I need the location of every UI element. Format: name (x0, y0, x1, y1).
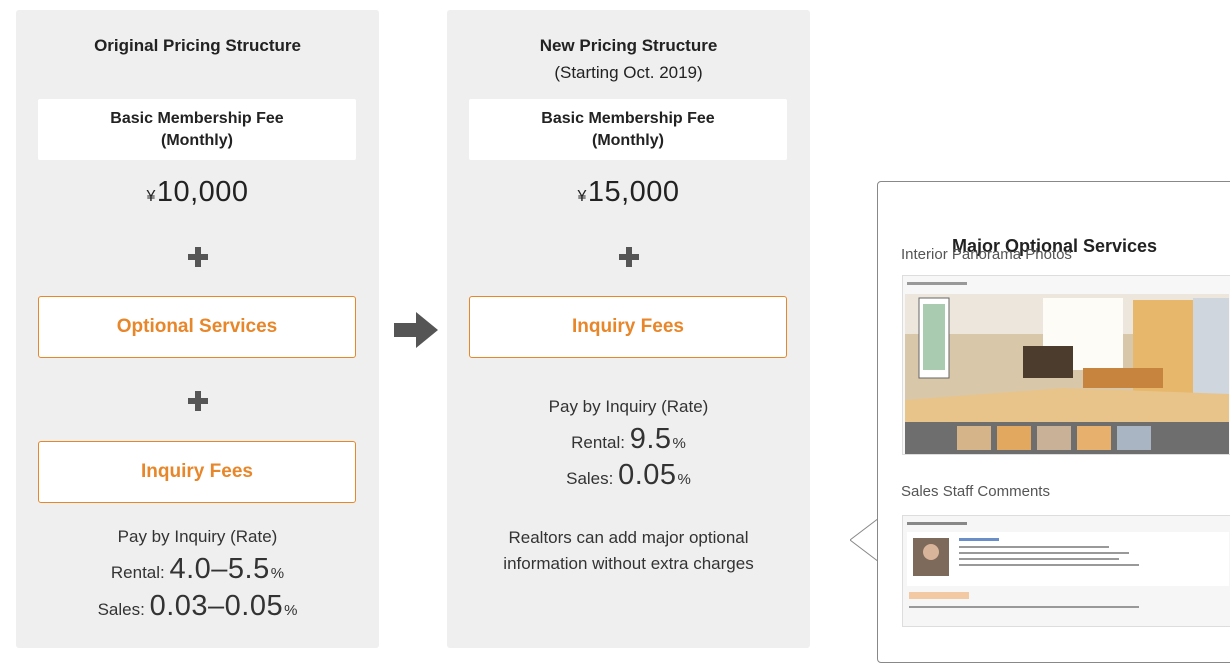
sales-label: Sales: (566, 469, 619, 488)
rental-label: Rental: (571, 433, 630, 452)
new-pricing-subtitle: (Starting Oct. 2019) (554, 63, 703, 82)
sales-staff-comments-label: Sales Staff Comments (901, 483, 1050, 500)
price-amount: 15,000 (587, 176, 680, 208)
right-arrow-icon (394, 312, 438, 348)
optional-services-panel: Major Optional Services Interior Panoram… (877, 181, 1230, 663)
original-pricing-column: Original Pricing Structure Basic Members… (16, 10, 379, 648)
pay-by-inquiry-label: Pay by Inquiry (Rate) (548, 397, 709, 416)
rental-rate: Rental: 4.0–5.5% (16, 553, 379, 586)
basic-fee-price: ¥10,000 (16, 176, 379, 209)
currency-symbol: ¥ (146, 188, 156, 205)
sales-unit: % (284, 602, 298, 619)
sales-rate: Sales: 0.03–0.05% (16, 590, 379, 623)
basic-fee-label: Basic Membership Fee (Monthly) (38, 99, 356, 160)
plus-icon (187, 391, 208, 411)
original-pricing-title: Original Pricing Structure (94, 36, 301, 55)
panorama-photos-label: Interior Panorama Photos (901, 246, 1072, 263)
new-pricing-title: New Pricing Structure (539, 36, 718, 55)
currency-symbol: ¥ (577, 188, 587, 205)
optional-services-box: Optional Services (38, 296, 356, 358)
callout-pointer (850, 518, 880, 562)
pay-by-inquiry-label: Pay by Inquiry (Rate) (117, 527, 278, 546)
basic-fee-price: ¥15,000 (447, 176, 810, 209)
basic-fee-label: Basic Membership Fee (Monthly) (469, 99, 787, 160)
rental-rate: Rental: 9.5% (447, 423, 810, 456)
sales-rate: Sales: 0.05% (447, 459, 810, 492)
inquiry-fees-box: Inquiry Fees (38, 441, 356, 503)
inquiry-fees-box: Inquiry Fees (469, 296, 787, 358)
rental-unit: % (672, 435, 686, 452)
rental-value: 9.5 (629, 423, 672, 455)
optional-info-note: Realtors can add major optional informat… (503, 528, 754, 573)
sales-value: 0.05 (618, 459, 677, 491)
sales-value: 0.03–0.05 (149, 590, 284, 622)
rental-value: 4.0–5.5 (169, 553, 270, 585)
sales-unit: % (677, 471, 691, 488)
price-amount: 10,000 (156, 176, 249, 208)
rental-label: Rental: (110, 563, 170, 582)
plus-icon (618, 247, 639, 267)
sales-label: Sales: (97, 600, 150, 619)
sales-staff-comments-image (902, 515, 1230, 627)
panorama-photo-image (902, 275, 1230, 455)
rental-unit: % (270, 565, 285, 582)
plus-icon (187, 247, 208, 267)
new-pricing-column: New Pricing Structure (Starting Oct. 201… (447, 10, 810, 648)
